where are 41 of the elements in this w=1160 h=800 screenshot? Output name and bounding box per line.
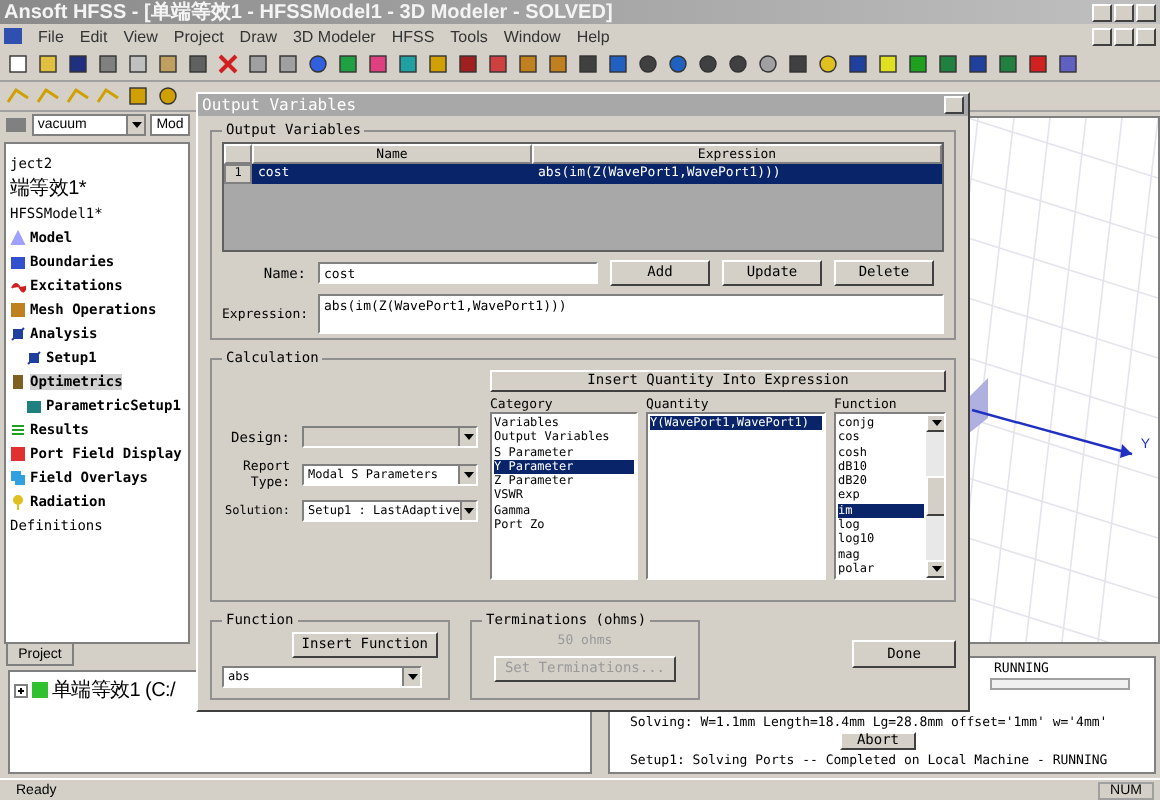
menu-item[interactable]: Edit	[79, 27, 108, 45]
app-icon	[4, 28, 22, 44]
square-icon	[10, 445, 26, 461]
expand-icon[interactable]	[14, 683, 28, 697]
cross-icon[interactable]	[216, 52, 240, 76]
restore-button[interactable]	[1114, 27, 1134, 45]
menu-item[interactable]: Help	[576, 27, 610, 45]
bars-icon	[10, 421, 26, 437]
material-icon	[4, 114, 28, 136]
tree-item[interactable]: 单端等效1 (C:/	[52, 676, 175, 704]
square-icon[interactable]	[126, 84, 150, 108]
menu-item[interactable]: HFSS	[391, 27, 435, 45]
layers-icon	[10, 469, 26, 485]
tree-item[interactable]: 端等效1*	[10, 174, 86, 202]
column-header	[224, 144, 252, 164]
circle-icon[interactable]	[156, 84, 180, 108]
project-icon	[32, 682, 48, 698]
close-button[interactable]	[944, 96, 964, 114]
caret-icon	[463, 508, 474, 514]
empty-field	[990, 678, 1130, 690]
maximize-button[interactable]	[1114, 3, 1134, 21]
caret-icon	[931, 420, 941, 426]
sphere-icon[interactable]	[306, 52, 330, 76]
caret-icon	[407, 674, 417, 680]
caret-icon	[463, 471, 473, 477]
pyramid-icon	[10, 229, 26, 245]
square-icon[interactable]	[996, 52, 1020, 76]
caret-icon	[931, 566, 941, 572]
menu-item[interactable]: Tools	[450, 27, 488, 45]
window-title: Ansoft HFSS - [单端等效1 - HFSSModel1 - 3D Modeler - SOLVED]	[4, 1, 613, 23]
menu-item[interactable]: File	[38, 27, 64, 45]
menu-item[interactable]: Project	[173, 27, 224, 45]
dialog-title: Output Variables	[202, 96, 357, 114]
menu-item[interactable]: View	[123, 27, 158, 45]
menu-item[interactable]: Draw	[239, 27, 277, 45]
caret-icon	[463, 434, 473, 440]
menu-item[interactable]: 3D Modeler	[292, 27, 376, 45]
caret-icon	[131, 122, 142, 128]
wave-icon	[10, 277, 26, 293]
scrollbar[interactable]	[926, 414, 944, 578]
menu-item[interactable]: Window	[503, 27, 561, 45]
